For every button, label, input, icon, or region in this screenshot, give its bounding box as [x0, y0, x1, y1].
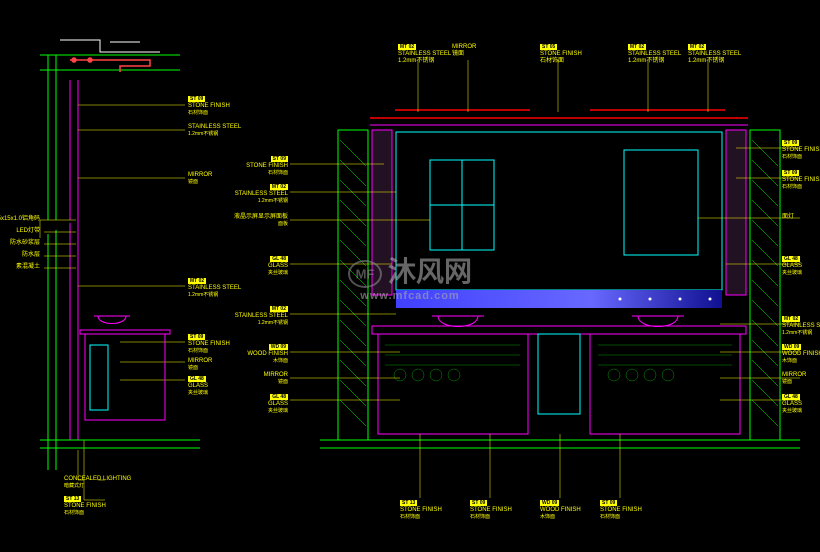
tag-mt02b: MT 02STAINLESS STEEL1.2mm不锈钢: [188, 278, 241, 300]
tag-st09b: ST 09STONE FINISH石材饰面: [188, 334, 230, 356]
cad-drawing-canvas: 沐风网 www.mfcad.com: [0, 0, 820, 552]
tag-mt02: STAINLESS STEEL1.2mm不锈钢: [188, 124, 241, 138]
rr-2: 面灯: [782, 214, 794, 221]
rr-6: MIRROR镜面: [782, 372, 806, 386]
rr-1: ST 09STONE FINISH石材饰面: [782, 170, 820, 192]
rl-3: GL 48GLASS夹丝玻璃: [230, 256, 288, 278]
rl-4: MT 02STAINLESS STEEL1.2mm不锈钢: [230, 306, 288, 328]
rr-3: GL 48GLASS夹丝玻璃: [782, 256, 802, 278]
tag-st09: ST 09STONE FINISH石材饰面: [188, 96, 230, 118]
rl-6: MIRROR镜面: [230, 372, 288, 386]
tag-mirror: MIRROR镜面: [188, 172, 212, 186]
rl-7: GL 48GLASS夹丝玻璃: [230, 394, 288, 416]
top-tag-1: MIRROR 镜面: [452, 44, 476, 58]
rl-5: WD 09WOOD FINISH木饰面: [230, 344, 288, 366]
rr-4: MT 02STAINLESS STEEL1.2mm不锈钢: [782, 316, 820, 338]
rl-0: ST 09STONE FINISH石材饰面: [230, 156, 288, 178]
top-tag-2: ST 05STONE FINISH 石材饰面: [540, 44, 582, 66]
note-2: 防水砂浆层: [0, 240, 40, 247]
rb-2: WD 09WOOD FINISH木饰面: [540, 500, 581, 522]
note-0: 15x15x1.0铝角码: [0, 216, 40, 223]
tag-st13: ST 13STONE FINISH石材饰面: [64, 496, 106, 518]
tag-gl48: GL 48GLASS夹丝玻璃: [188, 376, 208, 398]
top-tag-0: MT 02STAINLESS STEEL 1.2mm不锈钢: [398, 44, 451, 66]
rr-7: GL 48GLASS夹丝玻璃: [782, 394, 802, 416]
rr-0: ST 09STONE FINISH石材饰面: [782, 140, 820, 162]
rl-2: 液晶示屏显示屏面板面板: [218, 214, 288, 228]
note-3: 防水层: [0, 252, 40, 259]
tag-conc: CONCEALED LIGHTING暗藏式灯: [64, 476, 131, 490]
top-tag-3: MT 02STAINLESS STEEL 1.2mm不锈钢: [628, 44, 681, 66]
rr-5: WD 09WOOD FINISH木饰面: [782, 344, 820, 366]
note-1: LED灯带: [0, 228, 40, 235]
tag-mirror2: MIRROR镜面: [188, 358, 212, 372]
top-tag-4: MT 02STAINLESS STEEL 1.2mm不锈钢: [688, 44, 741, 66]
note-4: 素混凝土: [0, 264, 40, 271]
rb-0: ST 13STONE FINISH石材饰面: [400, 500, 442, 522]
leader-lines: [0, 0, 820, 552]
rb-1: ST 09STONE FINISH石材饰面: [470, 500, 512, 522]
rb-3: ST 09STONE FINISH石材饰面: [600, 500, 642, 522]
rl-1: MT 02STAINLESS STEEL1.2mm不锈钢: [230, 184, 288, 206]
